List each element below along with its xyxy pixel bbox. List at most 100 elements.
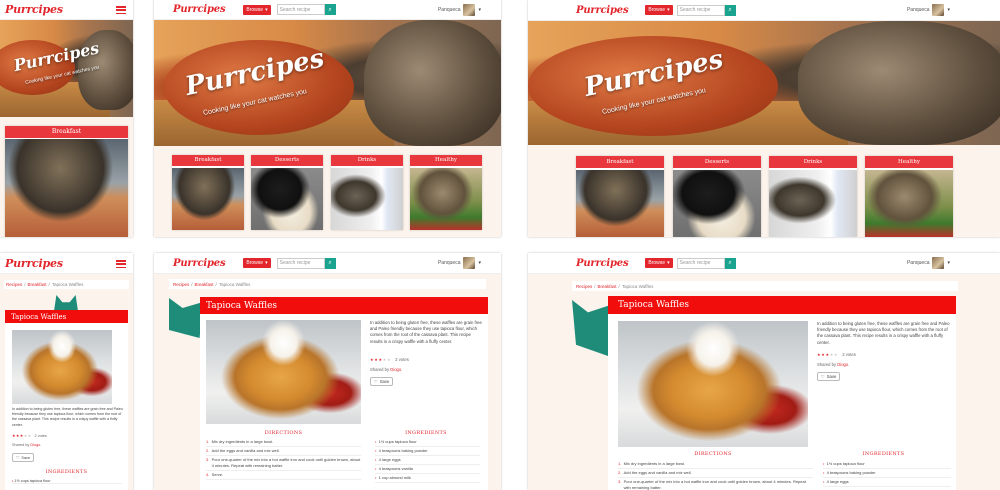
recipe-image bbox=[12, 330, 112, 404]
caret-down-icon: ▾ bbox=[947, 7, 950, 13]
category-image bbox=[673, 170, 761, 237]
author-link[interactable]: Diogo. bbox=[30, 443, 41, 447]
ingredients-list: • 1½ cups tapioca flour bbox=[12, 479, 122, 484]
cat-mascot-icon bbox=[169, 298, 203, 338]
user-menu[interactable]: Panqueca ▾ bbox=[438, 257, 481, 269]
list-item: 3. Pour one-quarter of the mix into a ho… bbox=[618, 478, 813, 490]
search-button[interactable]: ⌕ bbox=[324, 4, 336, 15]
breadcrumb-link-recipes[interactable]: Recipes bbox=[576, 284, 592, 289]
save-button[interactable]: ♡ Save bbox=[817, 372, 841, 381]
breadcrumb-link-recipes[interactable]: Recipes bbox=[6, 282, 22, 287]
search-input[interactable]: Search recipe bbox=[276, 4, 325, 15]
user-menu[interactable]: Panqueca ▾ bbox=[907, 4, 950, 16]
category-card-breakfast[interactable]: Breakfast bbox=[576, 156, 664, 237]
save-button[interactable]: ♡ Save bbox=[12, 453, 35, 462]
ingredients-list: • 1½ cups tapioca flour • 4 teaspoons ba… bbox=[375, 438, 480, 483]
ingredients-list: • 1½ cups tapioca flour • 4 teaspoons ba… bbox=[823, 460, 951, 487]
search-icon: ⌕ bbox=[328, 5, 332, 13]
search-button[interactable]: ⌕ bbox=[724, 4, 736, 16]
browse-dropdown[interactable]: Browse ▾ bbox=[645, 5, 673, 15]
author-link[interactable]: Diogo. bbox=[837, 362, 849, 367]
hamburger-menu-icon[interactable] bbox=[116, 260, 126, 268]
ingredients-heading: INGREDIENTS bbox=[45, 469, 88, 475]
category-card-breakfast[interactable]: Breakfast bbox=[172, 155, 244, 230]
category-image bbox=[331, 168, 403, 230]
search-icon: ⌕ bbox=[328, 259, 332, 266]
recipe-title: Tapioca Waffles bbox=[200, 297, 488, 314]
search-input[interactable]: Search recipe bbox=[676, 257, 725, 269]
list-item: 1. Mix dry ingredients in a large bowl. bbox=[206, 438, 361, 447]
recipe-content: In addition to being gluten free, these … bbox=[5, 323, 128, 490]
category-label: Drinks bbox=[769, 156, 857, 168]
user-menu[interactable]: Panqueca ▾ bbox=[907, 257, 950, 269]
avatar bbox=[932, 257, 945, 269]
breadcrumb: Recipes / Breakfast / Tapioca Waffles bbox=[169, 279, 486, 289]
caret-down-icon: ▾ bbox=[265, 260, 268, 266]
breadcrumb-link-recipes[interactable]: Recipes bbox=[173, 282, 189, 287]
hamburger-menu-icon[interactable] bbox=[116, 6, 126, 14]
browse-dropdown[interactable]: Browse ▾ bbox=[243, 258, 271, 268]
hero-banner: Purrcipes Cooking like your cat watches … bbox=[154, 20, 501, 146]
search-button[interactable]: ⌕ bbox=[724, 257, 736, 269]
logo[interactable]: Purrcipes bbox=[173, 258, 226, 269]
save-button[interactable]: ♡ Save bbox=[370, 377, 394, 386]
browse-dropdown[interactable]: Browse ▾ bbox=[645, 258, 673, 268]
user-menu[interactable]: Panqueca ▾ bbox=[438, 4, 481, 16]
breadcrumb-link-category[interactable]: Breakfast bbox=[195, 282, 214, 287]
author-link[interactable]: Diogo. bbox=[390, 367, 402, 372]
search-icon: ⌕ bbox=[728, 6, 732, 13]
rating-stars[interactable]: ★★★★★ bbox=[12, 433, 32, 438]
logo[interactable]: Purrcipes bbox=[576, 258, 629, 269]
search-button[interactable]: ⌕ bbox=[324, 257, 336, 269]
list-item: 1. Mix dry ingredients in a large bowl. bbox=[618, 460, 813, 469]
navbar: Purrcipes Browse ▾ Search recipe ⌕ Panque… bbox=[154, 253, 501, 274]
list-item: • 4 teaspoons baking powder bbox=[375, 447, 480, 456]
hero-banner: Purrcipes Cooking like your cat watches … bbox=[528, 21, 1000, 145]
shared-by: Shared by Diogo. bbox=[370, 367, 403, 372]
category-card-drinks[interactable]: Drinks bbox=[769, 156, 857, 237]
breadcrumb-link-category[interactable]: Breakfast bbox=[28, 282, 47, 287]
navbar: Purrcipes Browse ▾ Search recipe ⌕ Panque… bbox=[528, 0, 1000, 21]
browse-dropdown[interactable]: Browse ▾ bbox=[243, 4, 271, 15]
heart-icon: ♡ bbox=[374, 379, 378, 384]
rating-row: ★★★★★ 2 votes bbox=[12, 433, 47, 439]
category-card-desserts[interactable]: Desserts bbox=[673, 156, 761, 237]
category-label: Breakfast bbox=[172, 155, 244, 166]
category-image bbox=[5, 139, 128, 237]
heart-icon: ♡ bbox=[16, 456, 20, 460]
logo[interactable]: Purrcipes bbox=[5, 3, 63, 16]
mobile-navbar: Purrcipes bbox=[0, 0, 133, 20]
recipe-description: In addition to being gluten free, these … bbox=[370, 320, 482, 344]
logo[interactable]: Purrcipes bbox=[5, 257, 63, 270]
category-card-healthy[interactable]: Healthy bbox=[865, 156, 953, 237]
shared-by: Shared by Diogo. bbox=[817, 362, 850, 367]
directions-heading: DIRECTIONS bbox=[694, 451, 732, 457]
logo[interactable]: Purrcipes bbox=[173, 4, 226, 15]
logo[interactable]: Purrcipes bbox=[576, 5, 629, 16]
breadcrumb-link-category[interactable]: Breakfast bbox=[598, 284, 617, 289]
vote-count: 2 votes bbox=[395, 357, 409, 362]
list-item: • 4 large eggs bbox=[823, 478, 951, 487]
recipe-content: In addition to being gluten free, these … bbox=[608, 314, 956, 490]
category-card-desserts[interactable]: Desserts bbox=[251, 155, 323, 230]
category-card-healthy[interactable]: Healthy bbox=[410, 155, 482, 230]
directions-list: 1. Mix dry ingredients in a large bowl. … bbox=[206, 438, 361, 480]
navbar: Purrcipes Browse ▾ Search recipe ⌕ Panque… bbox=[528, 253, 1000, 274]
category-card-breakfast[interactable]: Breakfast bbox=[5, 126, 128, 237]
recipe-title: Tapioca Waffles bbox=[608, 296, 956, 314]
caret-down-icon: ▾ bbox=[265, 6, 268, 13]
list-item: • 4 large eggs bbox=[375, 456, 480, 465]
search-input[interactable]: Search recipe bbox=[276, 257, 325, 269]
list-item: • 1½ cups tapioca flour bbox=[375, 438, 480, 447]
category-label: Breakfast bbox=[5, 126, 128, 138]
rating-stars[interactable]: ★★★★★ bbox=[370, 357, 391, 362]
ingredients-heading: INGREDIENTS bbox=[862, 451, 905, 457]
category-card-drinks[interactable]: Drinks bbox=[331, 155, 403, 230]
search-input[interactable]: Search recipe bbox=[676, 4, 725, 16]
avatar bbox=[463, 4, 476, 16]
list-item: 2. Add the eggs and vanilla and mix well… bbox=[206, 447, 361, 456]
rating-stars[interactable]: ★★★★★ bbox=[817, 352, 838, 357]
category-image bbox=[576, 170, 664, 237]
category-image bbox=[251, 168, 323, 230]
breadcrumb-current: Tapioca Waffles bbox=[51, 282, 84, 287]
